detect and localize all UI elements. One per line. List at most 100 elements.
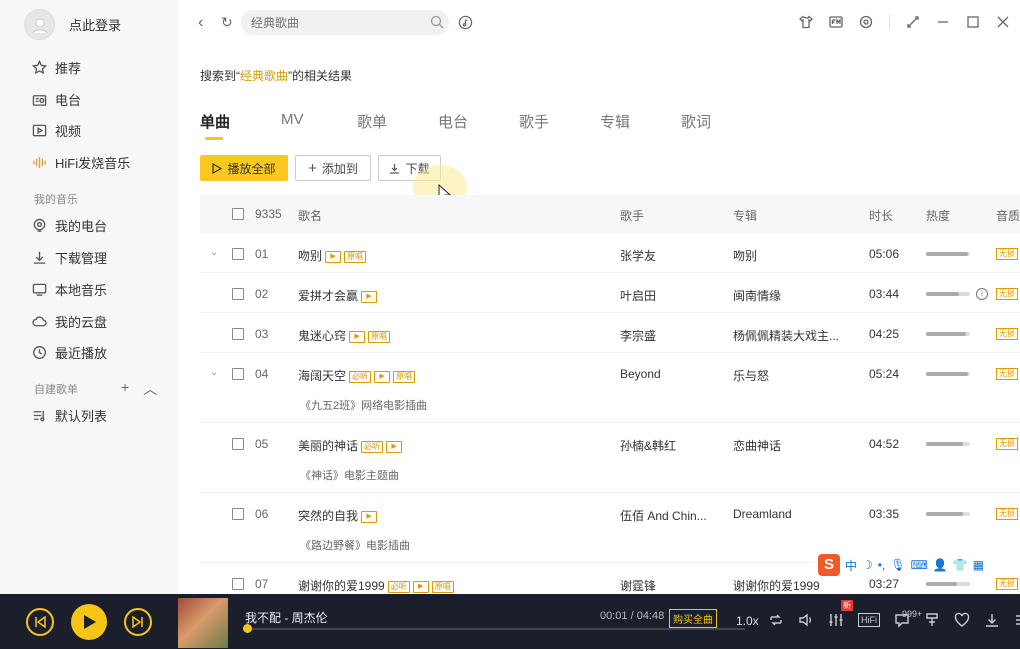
playlist-icon[interactable] (1014, 612, 1020, 628)
header-album[interactable]: 专辑 (733, 207, 757, 224)
login-link[interactable]: 点此登录 (69, 15, 121, 34)
progress-bar[interactable] (243, 624, 745, 633)
mv-icon[interactable]: ▶ (361, 510, 378, 523)
sidebar-item-radio[interactable]: 电台 (32, 90, 81, 109)
row-checkbox[interactable] (232, 438, 244, 450)
volume-icon[interactable] (798, 612, 814, 628)
add-to-button[interactable]: + 添加到 (295, 155, 371, 181)
lyrics-icon[interactable] (924, 612, 940, 628)
sidebar-item-recent[interactable]: 最近播放 (32, 343, 107, 362)
now-playing-title[interactable]: 我不配 - 周杰伦 (245, 609, 328, 626)
sidebar-item-local-music[interactable]: 本地音乐 (32, 280, 107, 299)
table-row[interactable]: 02 爱拼才会赢 ▶ 叶启田 闽南情缘 03:44 i 无损 (200, 273, 1020, 313)
user-icon[interactable]: 👤 (933, 558, 948, 572)
song-title[interactable]: 谢谢你的爱1999 (298, 579, 385, 593)
avatar[interactable] (24, 9, 55, 40)
expand-icon[interactable]: ⌄ (210, 367, 218, 378)
table-row[interactable]: ⌄ 01 吻别 ▶ 原唱 张学友 吻别 05:06 无损 (200, 233, 1020, 273)
mv-icon[interactable]: ▶ (386, 440, 403, 453)
search-icon[interactable] (430, 15, 444, 29)
song-title-cell[interactable]: 爱拼才会赢 ▶ (298, 287, 378, 304)
song-singer[interactable]: 叶启田 (620, 287, 656, 304)
sidebar-item-my-radio[interactable]: 我的电台 (32, 216, 107, 235)
song-album[interactable]: 闽南情缘 (733, 287, 781, 304)
row-checkbox[interactable] (232, 508, 244, 520)
music-recognition-icon[interactable] (458, 15, 473, 30)
tab-albums[interactable]: 专辑 (600, 111, 681, 132)
song-album[interactable]: Dreamland (733, 507, 792, 521)
song-singer[interactable]: 李宗盛 (620, 327, 656, 344)
punctuation-icon[interactable]: •, (878, 558, 886, 572)
mini-mode-icon[interactable] (906, 15, 920, 29)
song-album[interactable]: 乐与怒 (733, 367, 769, 384)
download-icon[interactable] (984, 612, 1000, 628)
row-checkbox[interactable] (232, 248, 244, 260)
song-album[interactable]: 恋曲神话 (733, 437, 781, 454)
header-quality[interactable]: 音质 (996, 207, 1020, 224)
tab-mv[interactable]: MV (281, 111, 357, 132)
settings-icon[interactable] (859, 15, 873, 29)
toolbox-icon[interactable]: ▦ (973, 558, 984, 572)
song-title[interactable]: 吻别 (298, 249, 322, 263)
mv-icon[interactable]: ▶ (325, 250, 342, 263)
song-title-cell[interactable]: 突然的自我 ▶ (298, 507, 378, 524)
song-singer[interactable]: 孙楠&韩红 (620, 437, 676, 454)
song-title-cell[interactable]: 海阔天空 必听 ▶ 原唱 (298, 367, 416, 384)
search-input[interactable] (241, 10, 449, 35)
row-checkbox[interactable] (232, 288, 244, 300)
keyboard-icon[interactable]: ⌨ (911, 558, 928, 572)
song-title-cell[interactable]: 鬼迷心窍 ▶ 原唱 (298, 327, 391, 344)
loop-icon[interactable] (768, 612, 784, 628)
expand-icon[interactable]: ⌄ (210, 247, 218, 258)
back-button[interactable]: ‹ (198, 14, 203, 32)
tab-songs[interactable]: 单曲 (200, 111, 281, 140)
heart-icon[interactable] (954, 612, 970, 628)
info-icon[interactable]: i (976, 288, 988, 300)
tab-radio[interactable]: 电台 (438, 111, 519, 132)
table-row[interactable]: 03 鬼迷心窍 ▶ 原唱 李宗盛 杨佩佩精装大戏主... 04:25 无损 (200, 313, 1020, 353)
playback-speed[interactable]: 1.0x (736, 614, 759, 628)
mv-icon[interactable]: ▶ (374, 370, 391, 383)
login-area[interactable]: 点此登录 (24, 9, 121, 40)
song-title-cell[interactable]: 美丽的神话 必听 ▶ (298, 437, 403, 454)
tab-singers[interactable]: 歌手 (519, 111, 600, 132)
song-album[interactable]: 谢谢你的爱1999 (733, 577, 820, 594)
microphone-icon[interactable]: 🎙 (890, 558, 905, 572)
song-title[interactable]: 鬼迷心窍 (298, 329, 346, 343)
play-all-button[interactable]: 播放全部 (200, 155, 288, 181)
maximize-icon[interactable] (966, 15, 980, 29)
fm-icon[interactable] (829, 15, 843, 29)
song-singer[interactable]: 伍佰 And Chin... (620, 507, 707, 524)
table-row[interactable]: ⌄ 04 海阔天空 必听 ▶ 原唱 Beyond 乐与怒 05:24 无损 《九五2班》网络电影插曲 (200, 353, 1020, 423)
table-row[interactable]: 05 美丽的神话 必听 ▶ 孙楠&韩红 恋曲神话 04:52 无损 《神话》电影主题曲 (200, 423, 1020, 493)
song-singer[interactable]: 张学友 (620, 247, 656, 264)
select-all-checkbox[interactable] (232, 208, 244, 220)
equalizer-icon[interactable] (828, 612, 844, 628)
album-cover[interactable] (178, 598, 228, 648)
song-singer[interactable]: Beyond (620, 367, 661, 381)
previous-button[interactable] (26, 608, 54, 636)
row-checkbox[interactable] (232, 578, 244, 590)
sidebar-item-hifi[interactable]: HiFi发烧音乐 (32, 153, 130, 172)
buy-song-button[interactable]: 购买全曲 (669, 609, 717, 628)
sidebar-item-video[interactable]: 视频 (32, 121, 81, 140)
song-title[interactable]: 美丽的神话 (298, 439, 358, 453)
progress-handle[interactable] (243, 624, 252, 633)
tab-playlists[interactable]: 歌单 (357, 111, 438, 132)
skin-icon[interactable]: 👕 (953, 558, 968, 572)
mv-icon[interactable]: ▶ (412, 580, 429, 593)
moon-icon[interactable]: ☽ (862, 558, 873, 572)
tab-lyrics[interactable]: 歌词 (681, 111, 721, 132)
ime-chinese-mode[interactable]: 中 (845, 557, 857, 574)
song-title-cell[interactable]: 吻别 ▶ 原唱 (298, 247, 367, 264)
skin-icon[interactable] (799, 15, 813, 29)
close-icon[interactable] (996, 15, 1010, 29)
minimize-icon[interactable] (936, 15, 950, 29)
header-name[interactable]: 歌名 (298, 207, 322, 224)
mv-icon[interactable]: ▶ (349, 330, 366, 343)
sidebar-item-default-list[interactable]: 默认列表 (32, 406, 107, 425)
song-title-cell[interactable]: 谢谢你的爱1999 必听 ▶ 原唱 (298, 577, 454, 594)
mv-icon[interactable]: ▶ (361, 290, 378, 303)
sidebar-item-recommend[interactable]: 推荐 (32, 58, 81, 77)
collapse-icon[interactable]: ︿ (143, 379, 157, 399)
